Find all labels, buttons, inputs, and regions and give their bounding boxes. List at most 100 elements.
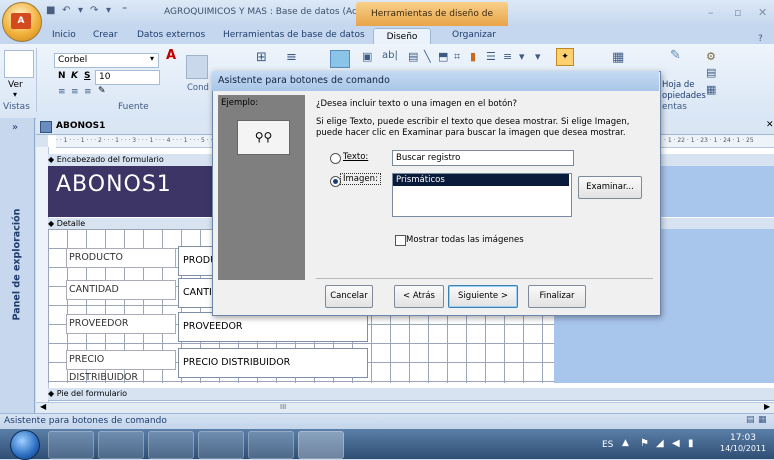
bold-icon[interactable]: N bbox=[58, 71, 66, 81]
conditional-format-label[interactable]: Cond bbox=[187, 83, 209, 93]
scroll-thumb[interactable]: III bbox=[280, 403, 286, 411]
chart-control-icon[interactable]: ▮ bbox=[470, 50, 476, 63]
align-center-icon[interactable]: ≡ bbox=[71, 87, 79, 97]
radio-text-option[interactable] bbox=[330, 153, 341, 164]
title-control-icon[interactable]: ▣ bbox=[362, 50, 372, 63]
label-producto[interactable]: PRODUCTO bbox=[66, 248, 176, 268]
label-precio-distribuidor[interactable]: PRECIO DISTRIBUIDOR bbox=[66, 350, 176, 383]
gridlines-icon[interactable] bbox=[186, 55, 208, 79]
design-view-icon[interactable]: ▤ bbox=[746, 415, 755, 425]
document-close-icon[interactable]: ✕ bbox=[766, 120, 774, 130]
undo-icon[interactable]: ↶ bbox=[62, 5, 70, 16]
help-icon[interactable]: ? bbox=[758, 34, 763, 44]
property-sheet-label-1[interactable]: Hoja de bbox=[662, 80, 695, 90]
cancel-button[interactable]: Cancelar bbox=[325, 285, 373, 308]
format-painter-icon[interactable]: ✎ bbox=[98, 86, 106, 96]
textbox-precio-distribuidor[interactable]: PRECIO DISTRIBUIDOR bbox=[178, 348, 368, 378]
nav-expand-icon[interactable]: » bbox=[12, 122, 18, 133]
tray-network-icon[interactable]: ◢ bbox=[656, 438, 664, 449]
textbox-proveedor[interactable]: PROVEEDOR bbox=[178, 312, 368, 342]
option-image-label[interactable]: Imagen: bbox=[340, 173, 381, 185]
align-left-icon[interactable]: ≡ bbox=[58, 87, 66, 97]
macro-icon[interactable]: ▤ bbox=[706, 66, 716, 79]
taskbar-ie-icon[interactable] bbox=[48, 431, 94, 459]
add-fields-icon[interactable]: ▦ bbox=[612, 50, 624, 65]
subform-control-icon[interactable]: ≡ bbox=[503, 50, 512, 63]
view-icon[interactable] bbox=[4, 50, 34, 78]
finish-button[interactable]: Finalizar bbox=[528, 285, 586, 308]
underline-icon[interactable]: S bbox=[84, 71, 90, 81]
tab-control-icon[interactable]: ⌗ bbox=[454, 50, 460, 64]
back-button[interactable]: < Atrás bbox=[394, 285, 444, 308]
tray-volume-icon[interactable]: ◀ bbox=[672, 438, 680, 449]
textbox-control-icon[interactable]: ab| bbox=[382, 50, 398, 61]
clock-date[interactable]: 14/10/2011 bbox=[720, 444, 766, 453]
image-control-icon[interactable]: ⬒ bbox=[438, 50, 448, 63]
list-control-icon[interactable]: ☰ bbox=[486, 50, 496, 63]
save-icon[interactable]: ■ bbox=[46, 5, 55, 16]
undo-dropdown-icon[interactable]: ▾ bbox=[78, 5, 83, 16]
font-size-select[interactable]: 10 bbox=[95, 70, 160, 85]
property-sheet-icon[interactable]: ✎ bbox=[670, 48, 681, 63]
view-button-label[interactable]: Ver bbox=[8, 80, 23, 90]
nav-pane-label[interactable]: Panel de exploración bbox=[12, 209, 23, 321]
property-sheet-label-2[interactable]: opiedades bbox=[662, 91, 706, 101]
tab-inicio[interactable]: Inicio bbox=[52, 30, 76, 40]
start-button[interactable] bbox=[10, 430, 40, 460]
customize-qat-icon[interactable]: ⁼ bbox=[122, 5, 127, 16]
tab-organizar[interactable]: Organizar bbox=[452, 30, 496, 40]
show-all-images-checkbox[interactable] bbox=[395, 235, 406, 246]
next-button[interactable]: Siguiente > bbox=[448, 285, 518, 308]
tab-herramientas-bd[interactable]: Herramientas de base de datos bbox=[223, 30, 365, 40]
layout-view-icon[interactable]: ▦ bbox=[758, 415, 767, 425]
border-width-icon[interactable]: ▾ bbox=[535, 50, 541, 63]
tab-datos-externos[interactable]: Datos externos bbox=[137, 30, 205, 40]
scroll-right-icon[interactable]: ▶ bbox=[764, 402, 770, 411]
form-title[interactable]: ABONOS1 bbox=[56, 172, 172, 197]
font-name-dropdown-icon[interactable]: ▾ bbox=[150, 54, 154, 63]
tab-order-icon[interactable]: ▦ bbox=[706, 83, 716, 96]
clock-time[interactable]: 17:03 bbox=[730, 433, 756, 443]
checkbox-control-icon[interactable]: ▤ bbox=[408, 50, 418, 63]
align-right-icon[interactable]: ≡ bbox=[84, 87, 92, 97]
taskbar-access-icon[interactable] bbox=[298, 431, 344, 459]
label-proveedor[interactable]: PROVEEDOR bbox=[66, 314, 176, 334]
redo-dropdown-icon[interactable]: ▾ bbox=[106, 5, 111, 16]
form-selector[interactable] bbox=[36, 135, 48, 147]
taskbar-folder-icon[interactable] bbox=[98, 431, 144, 459]
office-button[interactable]: A bbox=[2, 2, 42, 42]
close-icon[interactable]: ✕ bbox=[758, 6, 767, 19]
label-cantidad[interactable]: CANTIDAD bbox=[66, 280, 176, 300]
tab-diseno[interactable]: Diseño bbox=[373, 28, 431, 45]
minimize-icon[interactable]: – bbox=[708, 6, 714, 19]
text-option-input[interactable]: Buscar registro bbox=[392, 150, 574, 166]
image-list-selected-item[interactable]: Prismáticos bbox=[393, 174, 569, 186]
maximize-icon[interactable]: ▫ bbox=[734, 6, 741, 19]
tray-arrow-icon[interactable]: ▲ bbox=[622, 438, 629, 448]
browse-button[interactable]: Examinar... bbox=[578, 176, 642, 199]
tray-power-icon[interactable]: ▮ bbox=[688, 438, 694, 449]
font-color-icon[interactable]: A bbox=[166, 48, 176, 63]
table-icon[interactable]: ⊞ bbox=[256, 50, 267, 65]
taskbar-media-icon[interactable] bbox=[148, 431, 194, 459]
language-indicator[interactable]: ES bbox=[602, 440, 613, 450]
view-dropdown-icon[interactable]: ▾ bbox=[13, 90, 17, 99]
font-name-select[interactable]: Corbel bbox=[54, 53, 159, 68]
tray-flag-icon[interactable]: ⚑ bbox=[640, 438, 649, 449]
border-color-icon[interactable]: ▾ bbox=[519, 50, 525, 63]
redo-icon[interactable]: ↷ bbox=[90, 5, 98, 16]
option-text-label[interactable]: Texto: bbox=[343, 152, 368, 162]
line-control-icon[interactable]: ╲ bbox=[424, 50, 431, 63]
taskbar-excel-icon[interactable] bbox=[248, 431, 294, 459]
scroll-left-icon[interactable]: ◀ bbox=[40, 402, 46, 411]
code-icon[interactable]: ⚙ bbox=[706, 50, 716, 63]
italic-icon[interactable]: K bbox=[71, 71, 78, 81]
taskbar-word-icon[interactable] bbox=[198, 431, 244, 459]
section-bar-footer[interactable]: ◆ Pie del formulario bbox=[48, 388, 774, 401]
logo-icon[interactable] bbox=[330, 50, 350, 68]
lines-icon[interactable]: ≡ bbox=[286, 50, 297, 65]
use-wizard-icon[interactable]: ✦ bbox=[556, 48, 574, 66]
document-tab-title[interactable]: ABONOS1 bbox=[56, 121, 105, 131]
show-all-images-label[interactable]: Mostrar todas las imágenes bbox=[406, 235, 524, 245]
tab-crear[interactable]: Crear bbox=[93, 30, 118, 40]
